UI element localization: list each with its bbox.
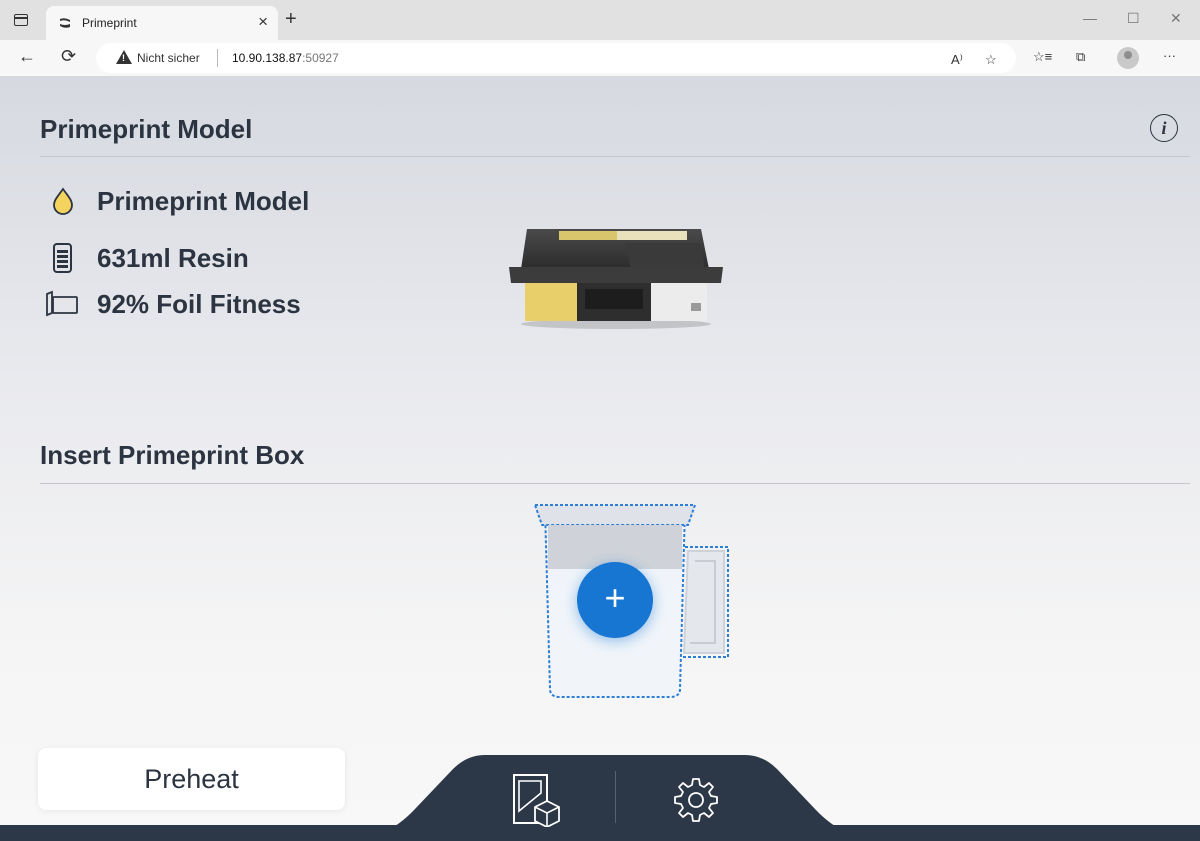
url-host: 10.90.138.87 — [232, 51, 303, 65]
primeprint-favicon-icon — [60, 18, 70, 28]
favorites-icon[interactable]: ☆≡ — [1033, 49, 1052, 65]
preheat-button[interactable]: Preheat — [38, 748, 345, 810]
warning-icon — [116, 50, 132, 64]
app-viewport: Primeprint Model i Primeprint Model 631m… — [0, 77, 1200, 841]
back-icon[interactable]: ← — [18, 46, 36, 67]
resin-volume: 631ml Resin — [97, 243, 249, 273]
profile-avatar[interactable] — [1117, 47, 1139, 69]
window-close-icon[interactable]: ✕ — [1170, 10, 1182, 27]
resin-level-icon — [53, 243, 72, 273]
settings-gear-icon[interactable] — [672, 775, 720, 823]
address-bar-row: ← ⟳ Nicht sicher 10.90.138.87:50927 A⁾ ☆… — [0, 40, 1200, 77]
divider — [40, 156, 1190, 157]
new-tab-button[interactable]: + — [285, 9, 297, 29]
divider — [40, 483, 1190, 484]
add-box-button[interactable]: + — [577, 562, 653, 638]
more-menu-icon[interactable]: ··· — [1163, 48, 1176, 63]
reload-icon[interactable]: ⟳ — [61, 46, 76, 67]
page-title: Primeprint Model — [40, 114, 253, 144]
foil-fitness: 92% Foil Fitness — [97, 289, 301, 319]
browser-tab-bar: Primeprint × + — ☐ ✕ — [0, 0, 1200, 40]
tab-close-icon[interactable]: × — [258, 12, 268, 32]
address-field[interactable]: Nicht sicher 10.90.138.87:50927 A⁾ ☆ — [96, 43, 1016, 73]
foil-icon — [46, 290, 78, 317]
security-label[interactable]: Nicht sicher — [137, 51, 200, 65]
material-name: Primeprint Model — [97, 186, 310, 216]
resin-drop-icon — [53, 187, 73, 215]
url-divider — [217, 49, 218, 67]
browser-tab[interactable]: Primeprint × — [46, 6, 278, 40]
bottom-strip — [0, 825, 1200, 841]
add-favorite-icon[interactable]: ☆ — [985, 52, 997, 68]
insert-box-title: Insert Primeprint Box — [40, 440, 305, 470]
read-aloud-icon[interactable]: A⁾ — [951, 52, 963, 68]
nav-divider — [615, 771, 616, 823]
collections-icon[interactable]: ⧉ — [1076, 49, 1085, 65]
maximize-icon[interactable]: ☐ — [1127, 10, 1140, 27]
url-text[interactable]: 10.90.138.87:50927 — [232, 51, 339, 65]
tab-actions-icon[interactable] — [14, 14, 28, 26]
minimize-icon[interactable]: — — [1083, 10, 1097, 26]
info-icon[interactable]: i — [1150, 114, 1178, 142]
tab-title: Primeprint — [82, 16, 137, 30]
resin-cartridge-image — [509, 229, 723, 329]
print-job-icon[interactable] — [509, 771, 565, 827]
url-port: :50927 — [302, 51, 339, 65]
